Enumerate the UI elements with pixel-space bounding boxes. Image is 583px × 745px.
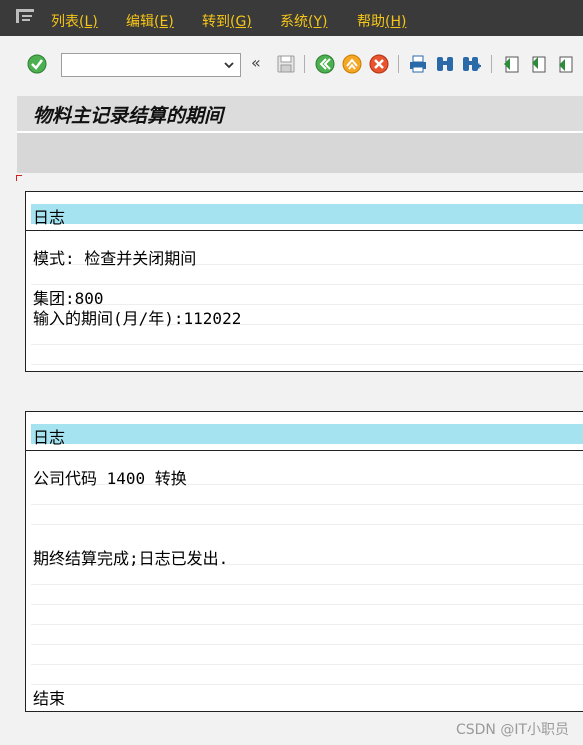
- log-line: [31, 324, 583, 345]
- log-header: 日志: [31, 204, 583, 227]
- menu-system-key: (Y): [308, 14, 328, 30]
- menu-bar: 列表(L) 编辑(E) 转到(G) 系统(Y) 帮助(H): [0, 0, 583, 36]
- find-next-icon[interactable]: [462, 54, 482, 74]
- log-line: [31, 504, 583, 525]
- log-line: [31, 564, 583, 585]
- back-icon[interactable]: [315, 54, 335, 74]
- menu-edit-label: 编辑: [126, 14, 154, 30]
- exit-icon[interactable]: [342, 54, 362, 74]
- menu-list[interactable]: 列表(L): [51, 11, 98, 31]
- menu-goto-label: 转到: [202, 14, 230, 30]
- next-page-icon[interactable]: [555, 54, 575, 74]
- toolbar-separator: [304, 55, 305, 73]
- command-input[interactable]: [66, 55, 220, 77]
- menu-edit[interactable]: 编辑(E): [126, 11, 174, 31]
- log-header: 日志: [31, 424, 583, 447]
- command-field[interactable]: [61, 53, 241, 77]
- watermark: CSDN @IT小职员: [455, 722, 569, 738]
- log-panel-1: 日志 模式: 检查并关闭期间 集团:800 输入的期间(月/年):112022: [25, 191, 583, 372]
- menu-help-label: 帮助: [357, 14, 385, 30]
- log-line: 结束: [31, 684, 583, 708]
- menu-goto-key: (G): [230, 14, 252, 30]
- log-line: [31, 624, 583, 645]
- log-line: 模式: 检查并关闭期间: [31, 244, 583, 268]
- log-line: [31, 584, 583, 605]
- page-title-bar: 物料主记录结算的期间: [17, 96, 583, 131]
- chevron-down-icon[interactable]: [223, 59, 235, 71]
- menu-icon[interactable]: [16, 9, 34, 23]
- first-page-icon[interactable]: [501, 54, 521, 74]
- menu-goto[interactable]: 转到(G): [202, 11, 252, 31]
- log-header-divider: [26, 230, 583, 231]
- menu-help[interactable]: 帮助(H): [357, 11, 406, 31]
- cancel-icon[interactable]: [369, 54, 389, 74]
- find-icon[interactable]: [435, 54, 455, 74]
- log-header-divider: [26, 450, 583, 451]
- toolbar-separator: [491, 55, 492, 73]
- page-title: 物料主记录结算的期间: [33, 105, 224, 127]
- application-toolbar-area: [17, 133, 583, 173]
- log-line: [31, 484, 583, 505]
- menu-system-label: 系统: [280, 14, 308, 30]
- log-line-text: 结束: [33, 689, 66, 708]
- toolbar: «: [0, 36, 583, 94]
- log-line: 公司代码 1400 转换: [31, 464, 583, 488]
- log-line: [31, 264, 583, 285]
- log-line: [31, 344, 583, 365]
- toolbar-separator: [398, 55, 399, 73]
- log-line: 集团:800: [31, 284, 583, 308]
- log-header-text: 日志: [33, 428, 66, 447]
- save-icon[interactable]: [276, 54, 296, 74]
- log-header-text: 日志: [33, 208, 66, 227]
- cursor-marker: [16, 175, 22, 181]
- enter-checkmark-icon[interactable]: [27, 54, 47, 74]
- previous-page-icon[interactable]: [528, 54, 548, 74]
- menu-edit-key: (E): [154, 14, 174, 30]
- menu-system[interactable]: 系统(Y): [280, 11, 327, 31]
- log-line: [31, 604, 583, 625]
- log-line: 期终结算完成;日志已发出.: [31, 544, 583, 568]
- print-icon[interactable]: [408, 54, 428, 74]
- log-line: [31, 644, 583, 665]
- menu-list-label: 列表: [51, 14, 79, 30]
- menu-list-key: (L): [79, 14, 98, 30]
- menu-help-key: (H): [385, 14, 407, 30]
- log-panel-2: 日志 公司代码 1400 转换 期终结算完成;日志已发出. 结束: [25, 411, 583, 712]
- log-line: 输入的期间(月/年):112022: [31, 304, 583, 328]
- back-nav-icon[interactable]: «: [251, 53, 261, 72]
- log-line: [31, 664, 583, 685]
